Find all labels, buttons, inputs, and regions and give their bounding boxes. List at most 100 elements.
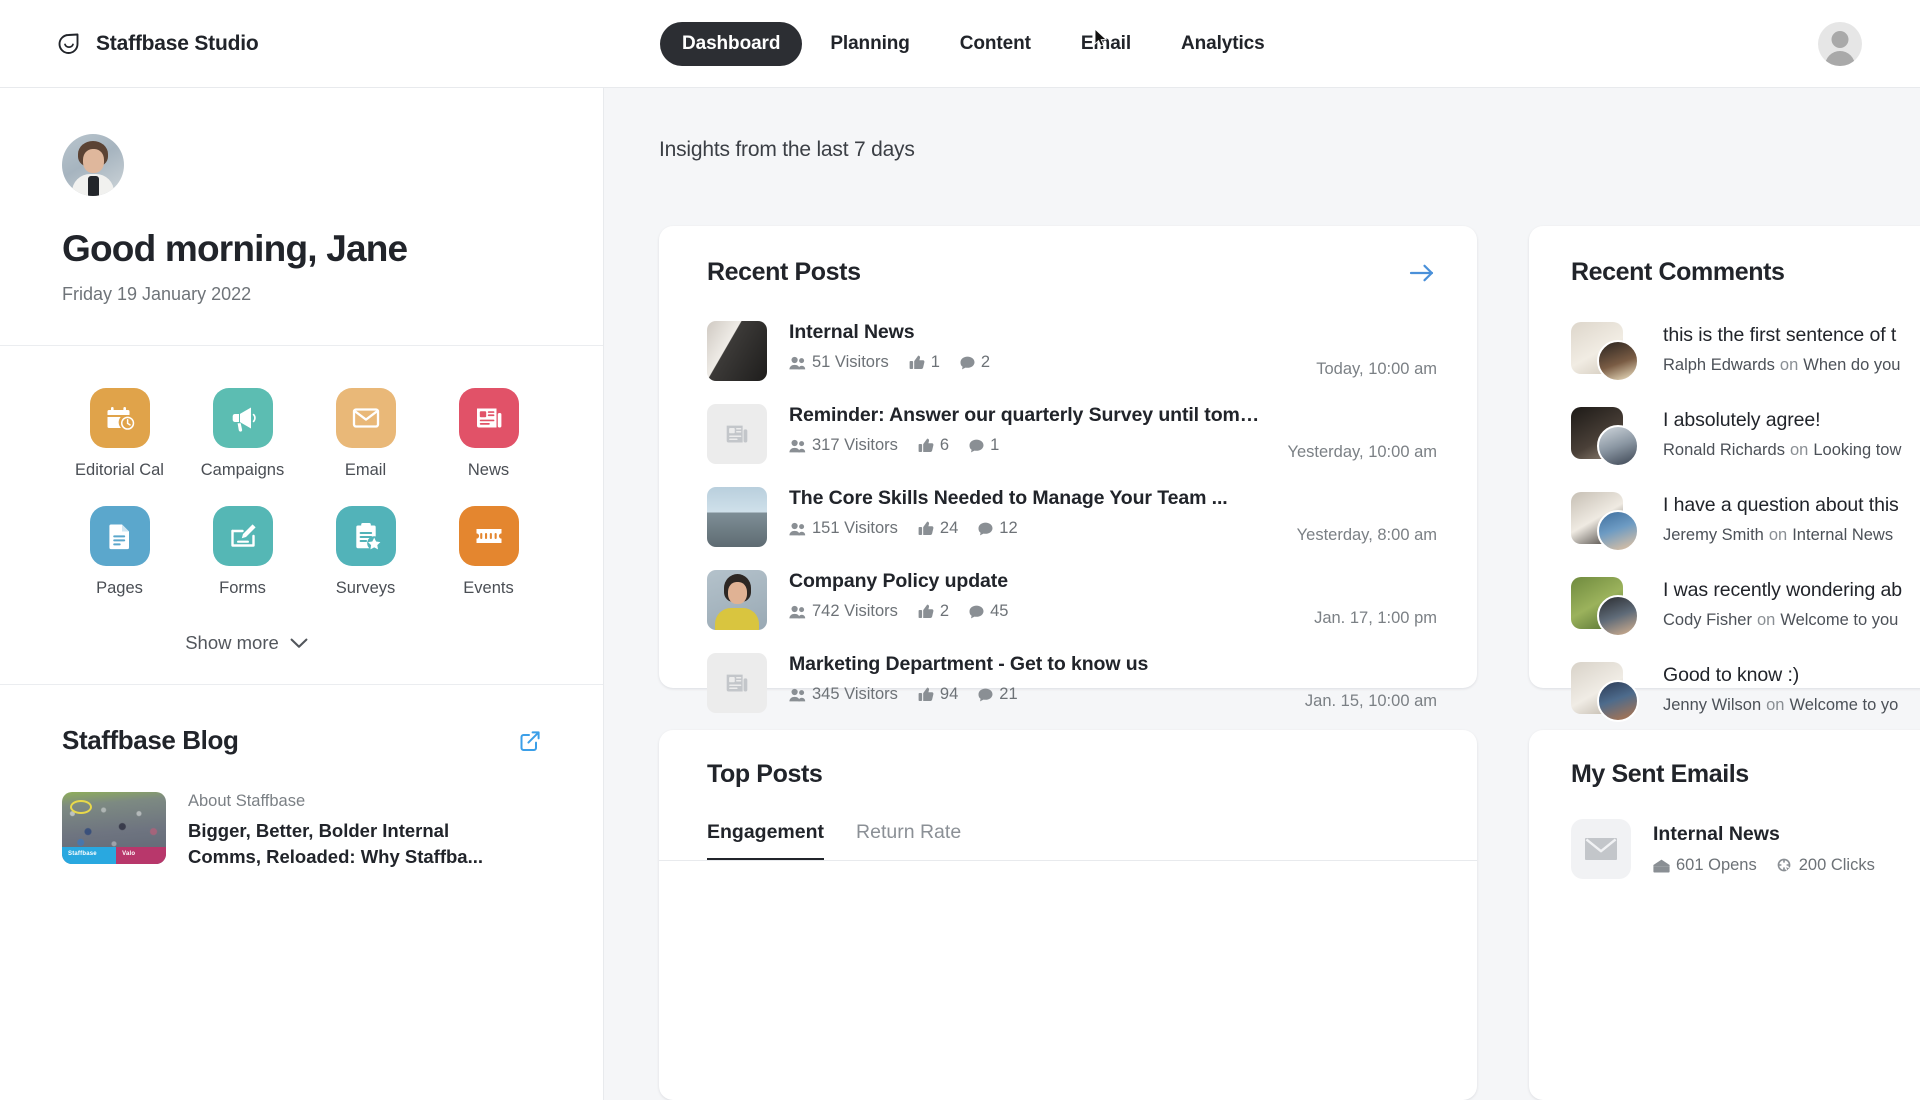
post-date-wrap: Jan. 15, 10:00 am bbox=[1305, 653, 1437, 713]
thumbs-up-icon bbox=[918, 687, 934, 702]
comment-thumb-wrap bbox=[1571, 577, 1643, 637]
open-envelope-icon bbox=[1653, 859, 1670, 873]
recent-post-row[interactable]: Reminder: Answer our quarterly Survey un… bbox=[707, 392, 1437, 475]
staffbase-blog-block: Staffbase Blog Staffbase Valo About Staf… bbox=[0, 685, 603, 871]
tabs-divider bbox=[659, 860, 1477, 861]
comment-subline: Jeremy Smith on Internal News bbox=[1663, 526, 1920, 545]
blog-list-item[interactable]: Staffbase Valo About Staffbase Bigger, B… bbox=[62, 792, 541, 871]
email-clicks-value: 200 Clicks bbox=[1798, 856, 1875, 874]
brand[interactable]: Staffbase Studio bbox=[56, 31, 259, 57]
post-comments-stat: 21 bbox=[978, 685, 1018, 704]
form-pen-icon bbox=[212, 506, 273, 566]
app-shortcut-surveys[interactable]: Surveys bbox=[304, 506, 427, 598]
recent-post-row[interactable]: The Core Skills Needed to Manage Your Te… bbox=[707, 475, 1437, 558]
ticket-icon bbox=[458, 506, 519, 566]
thumb-face-shape bbox=[728, 582, 747, 604]
app-shortcut-pages[interactable]: Pages bbox=[58, 506, 181, 598]
recent-posts-title: Recent Posts bbox=[707, 258, 861, 286]
app-label: Forms bbox=[219, 579, 266, 597]
comment-bubble-icon bbox=[969, 605, 984, 619]
recent-post-row[interactable]: Internal News 51 Visitors 1 2 Today, 10:… bbox=[707, 309, 1437, 392]
email-opens-stat: 601 Opens bbox=[1653, 856, 1757, 875]
people-icon bbox=[789, 439, 806, 453]
nav-item-analytics[interactable]: Analytics bbox=[1159, 22, 1287, 66]
people-icon bbox=[789, 688, 806, 702]
blog-item-text: About Staffbase Bigger, Better, Bolder I… bbox=[188, 792, 518, 871]
post-main: Reminder: Answer our quarterly Survey un… bbox=[789, 404, 1265, 464]
post-visitors-value: 317 Visitors bbox=[812, 436, 898, 454]
post-thumbnail-placeholder bbox=[707, 653, 767, 713]
post-stats: 151 Visitors 24 12 bbox=[789, 519, 1275, 538]
post-main: The Core Skills Needed to Manage Your Te… bbox=[789, 487, 1275, 547]
top-posts-title: Top Posts bbox=[707, 760, 823, 788]
email-clicks-stat: 200 Clicks bbox=[1777, 856, 1875, 875]
post-date-wrap: Jan. 17, 1:00 pm bbox=[1314, 570, 1437, 630]
recent-post-row[interactable]: Marketing Department - Get to know us 34… bbox=[707, 641, 1437, 724]
blog-thumb-banner-right: Valo bbox=[116, 847, 166, 864]
people-icon bbox=[789, 522, 806, 536]
post-comments-stat: 2 bbox=[960, 353, 990, 372]
comment-on-label: on bbox=[1756, 611, 1776, 629]
post-visitors-stat: 345 Visitors bbox=[789, 685, 898, 704]
email-opens-value: 601 Opens bbox=[1676, 856, 1757, 874]
post-date: Jan. 15, 10:00 am bbox=[1304, 692, 1437, 710]
recent-post-row[interactable]: Company Policy update 742 Visitors 2 45 … bbox=[707, 558, 1437, 641]
dashboard-content: Insights from the last 7 days Recent Pos… bbox=[604, 88, 1920, 1100]
comment-bubble-icon bbox=[978, 522, 993, 536]
post-visitors-stat: 742 Visitors bbox=[789, 602, 898, 621]
comment-author-name: Ronald Richards bbox=[1663, 441, 1785, 459]
post-comments-stat: 1 bbox=[969, 436, 999, 455]
nav-item-content[interactable]: Content bbox=[938, 22, 1053, 66]
show-more-button[interactable]: Show more bbox=[0, 632, 603, 654]
post-likes-stat: 24 bbox=[918, 519, 958, 538]
app-shortcut-events[interactable]: Events bbox=[427, 506, 550, 598]
tab-return-rate[interactable]: Return Rate bbox=[856, 821, 961, 861]
app-shortcut-campaigns[interactable]: Campaigns bbox=[181, 388, 304, 480]
megaphone-icon bbox=[212, 388, 273, 448]
envelope-icon bbox=[335, 388, 396, 448]
comment-row[interactable]: this is the first sentence of t Ralph Ed… bbox=[1571, 309, 1920, 394]
comment-main: I have a question about this Jeremy Smit… bbox=[1663, 492, 1920, 552]
user-profile-avatar[interactable] bbox=[62, 134, 124, 196]
app-shortcut-forms[interactable]: Forms bbox=[181, 506, 304, 598]
post-title: The Core Skills Needed to Manage Your Te… bbox=[789, 487, 1228, 509]
comment-thumb-wrap bbox=[1571, 322, 1643, 382]
nav-item-dashboard[interactable]: Dashboard bbox=[660, 21, 803, 66]
envelope-icon bbox=[1571, 819, 1631, 879]
app-label: Editorial Cal bbox=[75, 461, 164, 479]
comment-row[interactable]: Good to know :) Jenny Wilson on Welcome to… bbox=[1571, 649, 1920, 734]
recent-comments-title: Recent Comments bbox=[1571, 258, 1785, 286]
greeting-block: Good morning, Jane Friday 19 January 202… bbox=[0, 88, 603, 346]
post-likes-value: 1 bbox=[930, 353, 940, 371]
comment-row[interactable]: I absolutely agree! Ronald Richards on Loo… bbox=[1571, 394, 1920, 479]
comment-author-avatar bbox=[1597, 595, 1639, 637]
app-shortcut-editorial-cal[interactable]: Editorial Cal bbox=[58, 388, 181, 480]
tab-engagement[interactable]: Engagement bbox=[707, 821, 824, 861]
sent-email-main: Internal News 601 Opens 200 Clicks bbox=[1653, 819, 1887, 879]
external-link-icon[interactable] bbox=[519, 730, 541, 752]
app-shortcut-news[interactable]: News bbox=[427, 388, 550, 480]
comment-thumb-wrap bbox=[1571, 407, 1643, 467]
sent-emails-card: My Sent Emails Internal News 601 Opens 2… bbox=[1529, 730, 1920, 1100]
comment-post-title: Welcome to yo bbox=[1789, 696, 1899, 714]
comment-subline: Cody Fisher on Welcome to you bbox=[1663, 611, 1920, 630]
post-visitors-value: 151 Visitors bbox=[812, 519, 898, 537]
post-comments-stat: 45 bbox=[969, 602, 1008, 621]
top-posts-header: Top Posts bbox=[659, 730, 1477, 789]
user-avatar[interactable] bbox=[1818, 22, 1862, 66]
post-comments-value: 21 bbox=[999, 685, 1018, 703]
sent-emails-title: My Sent Emails bbox=[1571, 760, 1749, 788]
sent-email-row[interactable]: Internal News 601 Opens 200 Clicks bbox=[1529, 789, 1920, 879]
post-likes-value: 6 bbox=[939, 436, 950, 454]
comment-author-avatar bbox=[1597, 510, 1639, 552]
comment-row[interactable]: I have a question about this Jeremy Smit… bbox=[1571, 479, 1920, 564]
arrow-right-icon[interactable] bbox=[1409, 263, 1435, 283]
comment-row[interactable]: I was recently wondering ab Cody Fisher o… bbox=[1571, 564, 1920, 649]
app-shortcut-email[interactable]: Email bbox=[304, 388, 427, 480]
post-date: Jan. 17, 1:00 pm bbox=[1314, 609, 1437, 627]
thumbs-up-icon bbox=[909, 355, 925, 370]
sent-email-stats: 601 Opens 200 Clicks bbox=[1653, 856, 1887, 875]
calendar-clock-icon bbox=[89, 388, 150, 448]
post-likes-value: 94 bbox=[939, 685, 959, 703]
nav-item-planning[interactable]: Planning bbox=[808, 22, 931, 66]
